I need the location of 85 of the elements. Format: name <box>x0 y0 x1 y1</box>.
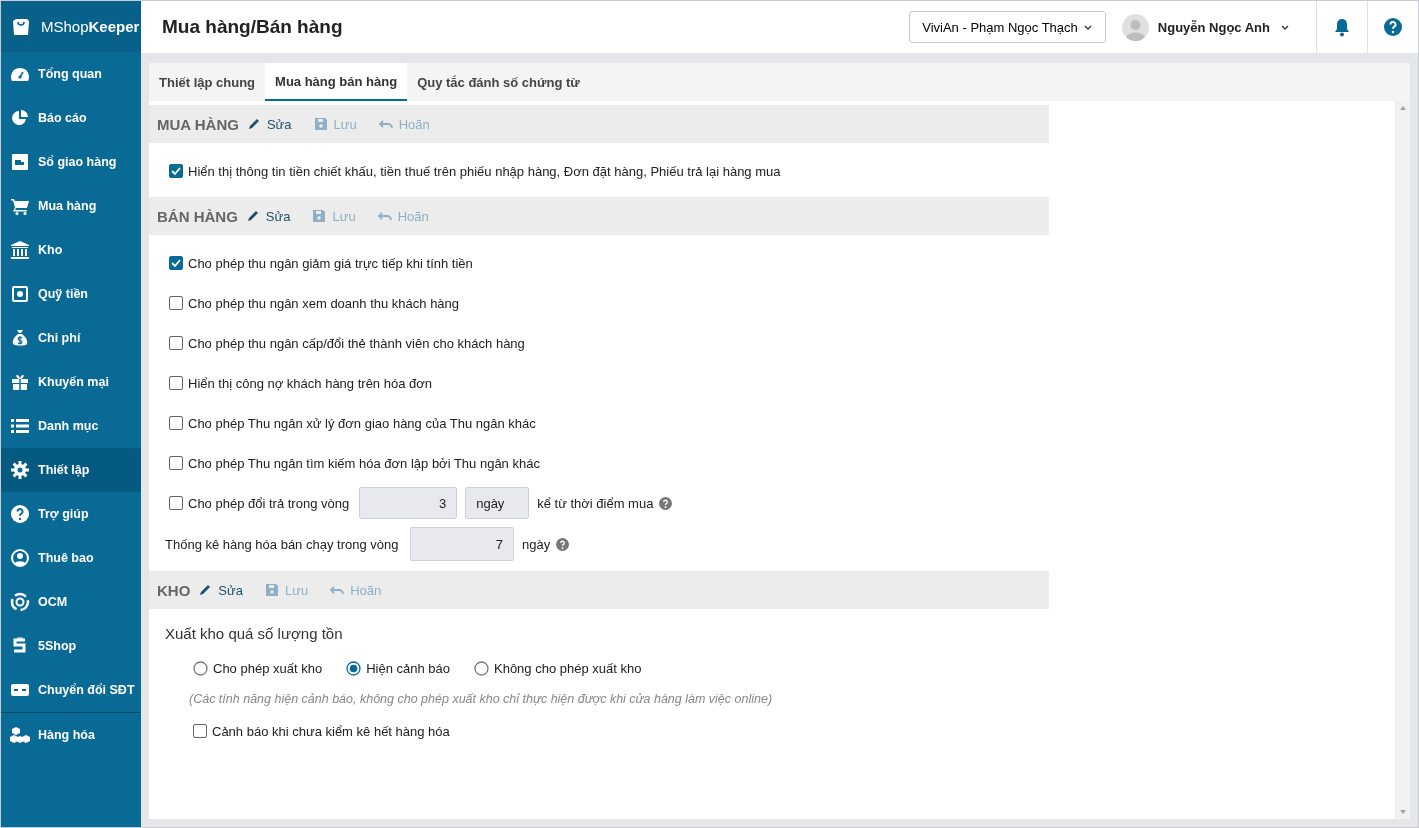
checkbox[interactable] <box>169 416 183 430</box>
checkbox[interactable] <box>169 456 183 470</box>
checkbox-label: Cho phép thu ngân giảm giá trực tiếp khi tính tiền <box>188 255 473 271</box>
sidebar-item[interactable]: Tổng quan <box>1 52 141 96</box>
sidebar-item[interactable]: Chi phí <box>1 316 141 360</box>
page-title: Mua hàng/Bán hàng <box>161 16 344 38</box>
sidebar-item[interactable]: 5Shop <box>1 624 141 668</box>
checkbox[interactable] <box>169 164 183 178</box>
sidebar-item[interactable]: Khuyến mại <box>1 360 141 404</box>
tab[interactable]: Quy tắc đánh số chứng từ <box>407 63 590 101</box>
user-icon <box>10 548 30 568</box>
help-icon <box>556 537 570 551</box>
radio-button-icon[interactable] <box>346 660 362 676</box>
sidebar-item[interactable]: Mua hàng <box>1 184 141 228</box>
sidebar-item[interactable]: Danh mục <box>1 404 141 448</box>
section-title: KHO <box>157 581 191 599</box>
radio-option[interactable]: Cho phép xuất kho <box>193 660 323 676</box>
radio-button-icon[interactable] <box>474 660 489 676</box>
undo-icon <box>377 209 392 223</box>
avatar-icon <box>1121 13 1149 41</box>
sidebar-item[interactable]: Sổ giao hàng <box>1 140 141 184</box>
checkbox[interactable] <box>169 296 183 310</box>
user-name[interactable]: Nguyễn Ngọc Anh <box>1157 19 1270 35</box>
checkbox-label: Cảnh báo khi chưa kiểm kê hết hàng hóa <box>212 723 450 739</box>
cart-icon <box>10 196 30 216</box>
help-icon <box>10 504 30 524</box>
field-label: Thống kê hàng hóa bán chạy trong vòng <box>165 536 400 552</box>
radio-option[interactable]: Không cho phép xuất kho <box>474 660 642 676</box>
checkbox-label: Cho phép Thu ngân xử lý đơn giao hàng của Thu ngân khác <box>188 415 536 431</box>
pie-chart-icon <box>10 108 30 128</box>
checkbox-label: Cho phép thu ngân xem doanh thu khách hàng <box>188 295 460 311</box>
sidebar-item[interactable]: Hàng hóa <box>1 712 141 757</box>
pencil-icon <box>245 209 260 223</box>
undo-icon <box>330 583 345 597</box>
sidebar-item[interactable]: OCM <box>1 580 141 624</box>
section-title: MUA HÀNG <box>157 115 239 133</box>
tab[interactable]: Thiết lập chung <box>149 63 266 101</box>
boxes-icon <box>10 725 30 745</box>
gift-icon <box>10 372 30 392</box>
brand-logo-text: MShopKeeper <box>41 18 140 35</box>
checkbox[interactable] <box>169 256 183 270</box>
note-text: (Các tính năng hiện cảnh báo, không cho phép xuất kho chỉ thực hiện được khi cửa hàng làm việc online) <box>189 692 773 706</box>
store-dropdown[interactable]: ViviAn - Phạm Ngọc Thạch <box>909 11 1106 43</box>
undo-icon <box>378 117 393 131</box>
radio-button-icon[interactable] <box>193 660 208 676</box>
bank-icon <box>10 240 30 260</box>
swirl-icon <box>10 592 30 612</box>
checkbox-label: Cho phép Thu ngân tìm kiếm hóa đơn lập bởi Thu ngân khác <box>188 455 540 471</box>
number-field: 3 <box>359 487 458 519</box>
radio-option[interactable]: Hiện cảnh báo <box>346 660 450 676</box>
sidebar-item[interactable]: Trợ giúp <box>1 492 141 536</box>
section-title: BÁN HÀNG <box>157 207 238 225</box>
field-suffix: kể từ thời điểm mua <box>537 495 654 511</box>
settings-icon <box>10 460 30 480</box>
sidebar-item[interactable]: Quỹ tiền <box>1 272 141 316</box>
group-heading: Xuất kho quá số lượng tồn <box>165 624 343 642</box>
checkbox-label: Hiển thị công nợ khách hàng trên hóa đơn <box>188 375 432 391</box>
action-button[interactable]: Sửa <box>246 116 300 132</box>
checkbox[interactable] <box>169 376 183 390</box>
shopping-bag-icon <box>11 16 31 37</box>
checkbox-label: Cho phép đổi trả trong vòng <box>188 495 350 511</box>
sidebar-item[interactable]: Chuyển đổi SĐT <box>1 668 141 712</box>
help-icon[interactable] <box>1383 17 1403 37</box>
sidebar-item[interactable]: Thuê bao <box>1 536 141 580</box>
sidebar-item[interactable]: Kho <box>1 228 141 272</box>
checkbox[interactable] <box>169 336 183 350</box>
money-bag-icon <box>10 328 30 348</box>
help-icon <box>659 496 673 510</box>
list-icon <box>10 416 30 436</box>
checkbox-label: Hiển thị thông tin tiền chiết khấu, tiền thuế trên phiếu nhập hàng, Đơn đặt hàng, Phiếu trả lại hàng mua <box>188 163 781 179</box>
checkbox[interactable] <box>169 496 183 510</box>
tab[interactable]: Mua hàng bán hàng <box>265 63 408 101</box>
checkbox-label: Cho phép thu ngân cấp/đổi thẻ thành viên cho khách hàng <box>188 335 525 351</box>
sidebar-item[interactable]: Báo cáo <box>1 96 141 140</box>
sidebar-item[interactable]: Thiết lập <box>1 448 141 492</box>
number-field: 7 <box>410 527 514 561</box>
bell-icon[interactable] <box>1332 17 1352 37</box>
unit-label: ngày <box>522 536 551 552</box>
pencil-icon <box>246 117 261 131</box>
action-button[interactable]: Sửa <box>198 582 251 598</box>
unit-field: ngày <box>465 487 530 519</box>
pencil-icon <box>198 583 213 597</box>
action-button[interactable]: Sửa <box>245 208 299 224</box>
safe-icon <box>10 284 30 304</box>
checkbox[interactable] <box>193 724 207 738</box>
